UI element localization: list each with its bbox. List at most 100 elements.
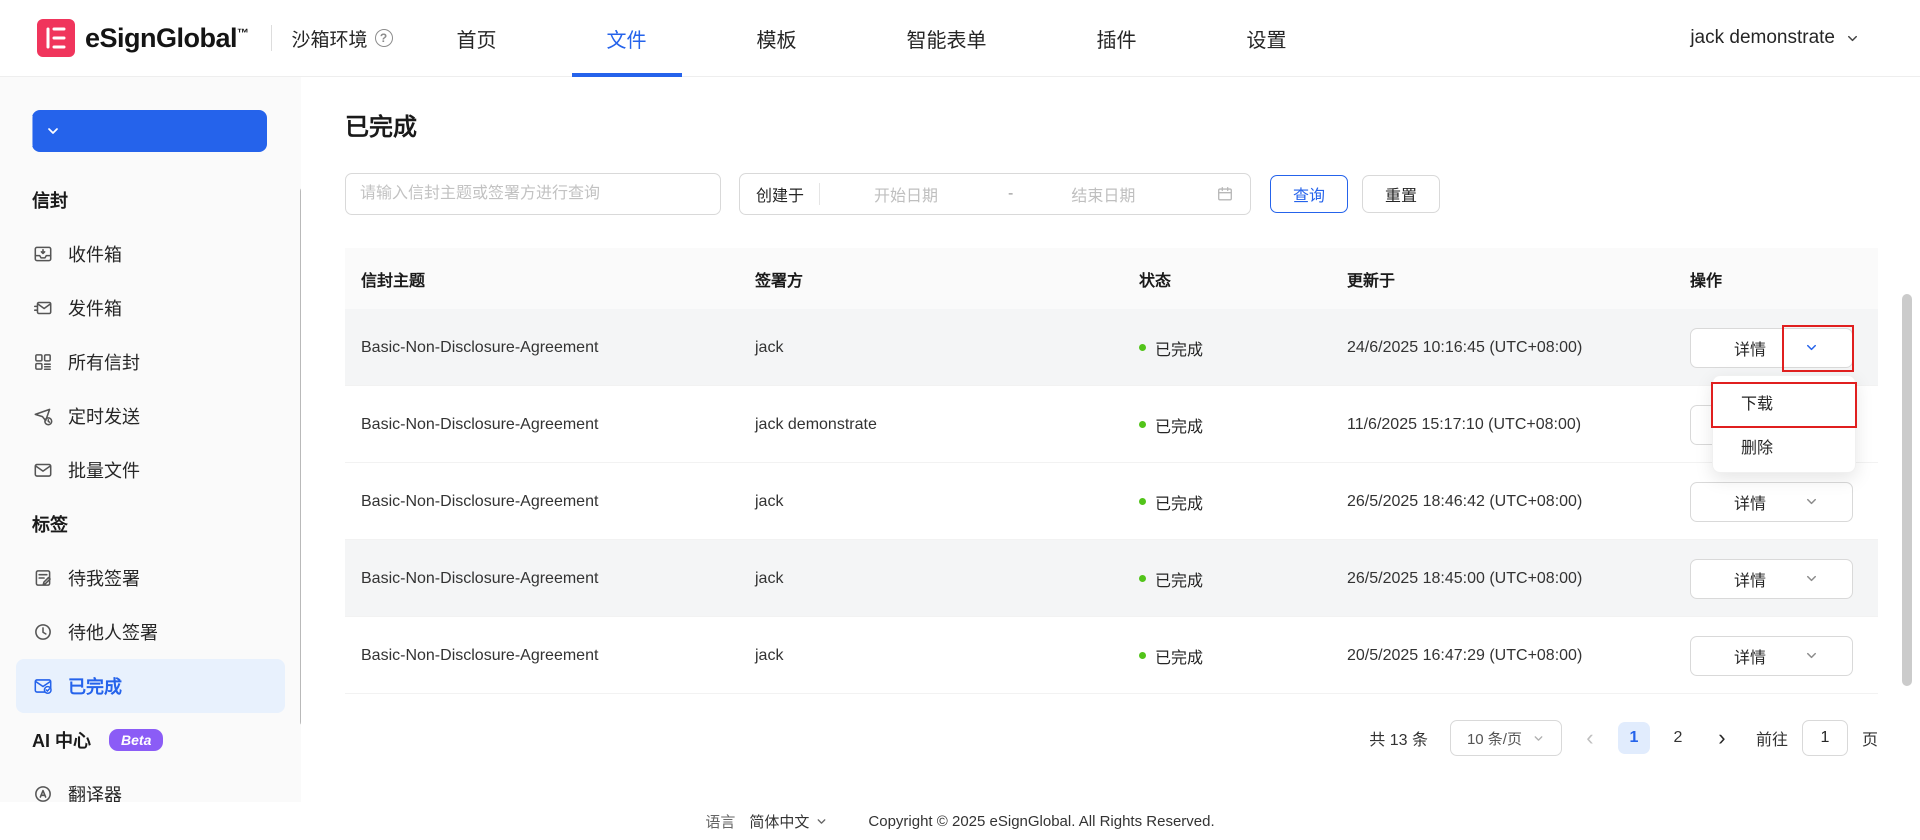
sidebar-item[interactable]: 发件箱 (0, 281, 301, 335)
sidebar-scrollbar[interactable] (300, 187, 301, 726)
updated-at: 26/5/2025 18:45:00 (UTC+08:00) (1347, 570, 1690, 588)
nav-tab[interactable]: 模板 (757, 0, 797, 77)
sidebar-item[interactable]: 收件箱 (0, 227, 301, 281)
main-nav: 首页 文件 模板 智能表单 插件 设置 (457, 0, 1287, 77)
sidebar-item[interactable]: 待我签署 (0, 551, 301, 605)
footer: 语言 简体中文 Copyright © 2025 eSignGlobal. Al… (0, 802, 1920, 840)
table-row[interactable]: Basic-Non-Disclosure-Agreementjack已完成24/… (345, 309, 1878, 386)
detail-button[interactable]: 详情 (1690, 328, 1853, 368)
goto-label: 前往 (1756, 726, 1788, 750)
copyright-text: Copyright © 2025 eSignGlobal. All Rights… (868, 813, 1214, 830)
action-cell: 详情 (1690, 540, 1878, 617)
chevron-down-icon[interactable] (1804, 494, 1819, 509)
help-question-icon[interactable]: ? (375, 29, 393, 47)
nav-tab[interactable]: 插件 (1097, 0, 1137, 77)
send-options-toggle[interactable] (33, 110, 73, 152)
sidebar-menu: 信封收件箱发件箱所有信封定时发送批量文件标签待我签署待他人签署已完成AI 中心B… (0, 173, 301, 802)
pagination: 共 13 条 10 条/页 ‹ 12 › 前往 页 (345, 720, 1878, 756)
detail-button[interactable]: 详情 (1690, 636, 1853, 676)
envelope-subject: Basic-Non-Disclosure-Agreement (345, 339, 755, 357)
dropdown-item[interactable]: 下载 (1713, 380, 1855, 424)
detail-label: 详情 (1734, 644, 1766, 668)
sidebar-item[interactable]: 所有信封 (0, 335, 301, 389)
sidebar-item-label: 待他人签署 (68, 619, 158, 645)
column-header: 信封主题 (345, 267, 755, 291)
sidebar-item[interactable]: 翻译器 (0, 767, 301, 802)
status-cell: 已完成 (1139, 567, 1347, 591)
goto-page-input[interactable] (1802, 720, 1848, 756)
outbox-icon (32, 297, 54, 319)
status-dot-icon (1139, 652, 1146, 659)
calendar-icon (1216, 185, 1234, 203)
environment-label: 沙箱环境 ? (292, 25, 393, 52)
status-cell: 已完成 (1139, 336, 1347, 360)
start-date-field[interactable]: 开始日期 (874, 182, 938, 206)
sidebar: 发送信封 信封收件箱发件箱所有信封定时发送批量文件标签待我签署待他人签署已完成A… (0, 77, 301, 802)
sidebar-item[interactable]: 待他人签署 (0, 605, 301, 659)
page-number-button[interactable]: 2 (1662, 722, 1694, 754)
sidebar-section-label: 信封 (0, 173, 301, 227)
reset-button[interactable]: 重置 (1362, 175, 1440, 213)
query-button[interactable]: 查询 (1270, 175, 1348, 213)
all-envelopes-icon (32, 351, 54, 373)
page-unit-label: 页 (1862, 726, 1878, 750)
chevron-down-icon (815, 815, 828, 828)
search-input[interactable] (345, 173, 721, 215)
sidebar-item-label: 收件箱 (68, 241, 122, 267)
end-date-field[interactable]: 结束日期 (1071, 182, 1135, 206)
sidebar-item-label: 待我签署 (68, 565, 140, 591)
nav-tab[interactable]: 首页 (457, 0, 497, 77)
page-size-select[interactable]: 10 条/页 (1450, 720, 1562, 756)
nav-tab[interactable]: 设置 (1247, 0, 1287, 77)
updated-at: 20/5/2025 16:47:29 (UTC+08:00) (1347, 647, 1690, 665)
table-row[interactable]: Basic-Non-Disclosure-Agreementjack demon… (345, 386, 1878, 463)
detail-button[interactable]: 详情 (1690, 482, 1853, 522)
completed-mail-icon (32, 675, 54, 697)
table-row[interactable]: Basic-Non-Disclosure-Agreementjack已完成26/… (345, 540, 1878, 617)
chevron-down-icon[interactable] (1804, 648, 1819, 663)
envelope-subject: Basic-Non-Disclosure-Agreement (345, 647, 755, 665)
table-header-row: 信封主题签署方状态更新于操作 (345, 248, 1878, 309)
sidebar-item-label: 所有信封 (68, 349, 140, 375)
nav-tab[interactable]: 文件 (607, 0, 647, 77)
chevron-down-icon (1845, 31, 1860, 46)
status-text: 已完成 (1155, 490, 1203, 514)
status-dot-icon (1139, 344, 1146, 351)
status-dot-icon (1139, 421, 1146, 428)
prev-page-button[interactable]: ‹ (1576, 724, 1604, 752)
inbox-icon (32, 243, 54, 265)
language-label: 语言 (705, 811, 735, 832)
envelope-subject: Basic-Non-Disclosure-Agreement (345, 493, 755, 511)
action-cell: 详情 (1690, 617, 1878, 694)
table-row[interactable]: Basic-Non-Disclosure-Agreementjack已完成20/… (345, 617, 1878, 694)
nav-tab[interactable]: 智能表单 (907, 0, 987, 77)
dropdown-item[interactable]: 删除 (1713, 424, 1855, 468)
column-header: 操作 (1690, 267, 1878, 291)
language-select[interactable]: 简体中文 (749, 811, 828, 832)
envelopes-table: 信封主题签署方状态更新于操作 Basic-Non-Disclosure-Agre… (345, 248, 1878, 694)
range-dash: - (1008, 185, 1013, 203)
next-page-button[interactable]: › (1708, 724, 1736, 752)
sidebar-item-label: 批量文件 (68, 457, 140, 483)
brand-logo[interactable]: eSignGlobal™ (37, 19, 249, 57)
user-menu[interactable]: jack demonstrate (1690, 27, 1860, 49)
table-body: Basic-Non-Disclosure-Agreementjack已完成24/… (345, 309, 1878, 694)
sidebar-item[interactable]: 定时发送 (0, 389, 301, 443)
date-range-picker[interactable]: 创建于 开始日期 - 结束日期 (739, 173, 1251, 215)
action-dropdown-menu: 下载删除 (1712, 375, 1856, 473)
page-scrollbar[interactable] (1902, 294, 1912, 686)
sidebar-item[interactable]: 批量文件 (0, 443, 301, 497)
envelope-subject: Basic-Non-Disclosure-Agreement (345, 416, 755, 434)
sidebar-item-label: 定时发送 (68, 403, 140, 429)
detail-button[interactable]: 详情 (1690, 559, 1853, 599)
page-number-button[interactable]: 1 (1618, 722, 1650, 754)
sidebar-item[interactable]: 已完成 (16, 659, 285, 713)
send-envelope-button[interactable]: 发送信封 (32, 110, 267, 152)
sidebar-item-label: 已完成 (68, 673, 122, 699)
table-row[interactable]: Basic-Non-Disclosure-Agreementjack已完成26/… (345, 463, 1878, 540)
chevron-down-icon[interactable] (1804, 571, 1819, 586)
updated-at: 11/6/2025 15:17:10 (UTC+08:00) (1347, 416, 1690, 434)
sidebar-item-label: 发件箱 (68, 295, 122, 321)
sidebar-item-label: 翻译器 (68, 781, 122, 802)
chevron-down-icon[interactable] (1804, 340, 1819, 355)
